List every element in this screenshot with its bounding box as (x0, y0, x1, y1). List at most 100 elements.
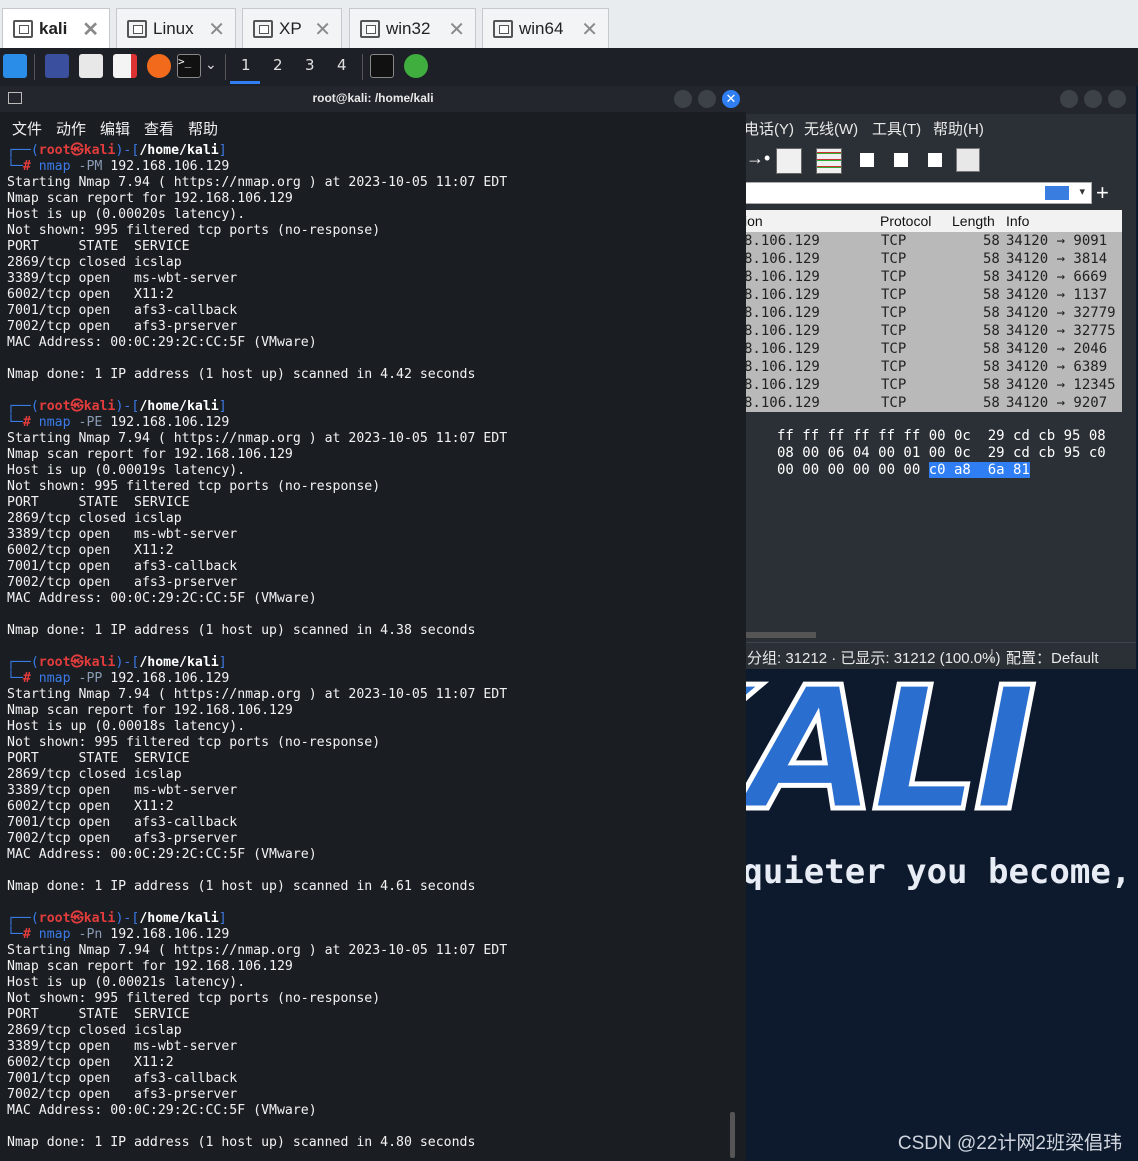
zoom-in-icon[interactable] (860, 153, 874, 167)
cell-destination: 8.106.129 (744, 233, 820, 249)
hex-bytes[interactable]: 00 00 00 00 00 00 c0 a8 6a 81 (777, 462, 1030, 478)
text-editor-icon[interactable] (113, 54, 137, 78)
prompt-frame: )-[ (115, 399, 140, 414)
colorize-icon[interactable] (776, 148, 802, 174)
cell-length: 58 (983, 287, 1000, 303)
output-line: 2869/tcp closed icslap (7, 255, 182, 270)
output-line: 6002/tcp open X11:2 (7, 1055, 174, 1070)
column-destination[interactable]: ion (744, 213, 763, 229)
normal-size-icon[interactable] (928, 153, 942, 167)
column-info[interactable]: Info (1006, 213, 1029, 229)
output-line: MAC Address: 00:0C:29:2C:CC:5F (VMware) (7, 335, 317, 350)
menu-edit[interactable]: 编辑 (100, 118, 130, 139)
add-filter-button[interactable]: + (1096, 180, 1109, 206)
file-manager-icon[interactable] (79, 54, 103, 78)
output-line: 7002/tcp open afs3-prserver (7, 319, 238, 334)
vm-tab-win64[interactable]: win64 ✕ (482, 8, 609, 48)
prompt-user: root (38, 911, 71, 926)
output-line: Nmap scan report for 192.168.106.129 (7, 703, 293, 718)
chevron-down-icon[interactable]: ▾ (1079, 185, 1085, 198)
kali-panel: >_ ⌄ 1 2 3 4 (0, 48, 1138, 86)
command-flag: -Pn (78, 927, 103, 942)
cell-length: 58 (983, 233, 1000, 249)
menu-tools[interactable]: 工具(T) (872, 118, 921, 139)
prompt-frame: )-[ (115, 143, 140, 158)
kali-menu-icon[interactable] (3, 54, 27, 78)
chevron-down-icon[interactable]: ⌄ (205, 56, 217, 73)
vertical-scrollbar[interactable] (730, 1112, 735, 1158)
vm-tab-kali[interactable]: kali ✕ (2, 8, 110, 48)
panel-separator (225, 54, 226, 80)
menu-telephony[interactable]: 电话(Y) (744, 118, 794, 139)
profile-label[interactable]: 配置：Default (1006, 647, 1099, 668)
prompt-frame: )-[ (115, 911, 140, 926)
desktop-icon[interactable] (45, 54, 69, 78)
vm-tab-xp[interactable]: XP ✕ (242, 8, 342, 48)
workspace-2[interactable]: 2 (273, 56, 283, 74)
minimize-icon[interactable] (1060, 90, 1078, 108)
column-protocol[interactable]: Protocol (880, 213, 931, 229)
cell-length: 58 (983, 251, 1000, 267)
cell-destination: 8.106.129 (744, 269, 820, 285)
resize-columns-icon[interactable] (956, 148, 980, 172)
workspace-4[interactable]: 4 (337, 56, 347, 74)
output-line: 2869/tcp closed icslap (7, 511, 182, 526)
cell-protocol: TCP (881, 251, 907, 267)
maximize-icon[interactable] (1084, 90, 1102, 108)
output-line: Starting Nmap 7.94 ( https://nmap.org ) … (7, 943, 508, 958)
output-line: Host is up (0.00021s latency). (7, 975, 246, 990)
close-icon[interactable]: ✕ (82, 17, 99, 42)
menu-help[interactable]: 帮助(H) (933, 118, 984, 139)
hex-bytes[interactable]: ff ff ff ff ff ff 00 0c 29 cd cb 95 08 (777, 428, 1106, 444)
prompt-path: /home/kali (139, 143, 219, 158)
vm-tab-label: Linux (153, 18, 194, 38)
wireshark-icon[interactable] (404, 54, 428, 78)
cell-protocol: TCP (881, 305, 907, 321)
cell-destination: 8.106.129 (744, 305, 820, 321)
output-line: 2869/tcp closed icslap (7, 1023, 182, 1038)
close-icon[interactable]: ✕ (581, 17, 598, 42)
hex-bytes-selected[interactable]: c0 a8 6a 81 (928, 462, 1030, 478)
close-icon[interactable]: ✕ (208, 17, 225, 42)
output-line: Starting Nmap 7.94 ( https://nmap.org ) … (7, 687, 508, 702)
menu-action[interactable]: 动作 (56, 118, 86, 139)
close-icon[interactable]: ✕ (448, 17, 465, 42)
close-icon[interactable]: ✕ (314, 17, 331, 42)
zoom-out-icon[interactable] (894, 153, 908, 167)
close-icon[interactable]: ✕ (722, 90, 740, 108)
hex-bytes[interactable]: 08 00 06 04 00 01 00 0c 29 cd cb 95 c0 (777, 445, 1106, 461)
prompt-frame: ] (218, 911, 227, 926)
autoscroll-icon[interactable]: →• (746, 148, 770, 170)
prompt-frame: ┌──( (7, 655, 39, 670)
close-icon[interactable] (1108, 90, 1126, 108)
output-line: Starting Nmap 7.94 ( https://nmap.org ) … (7, 431, 508, 446)
prompt-frame: └─ (7, 927, 23, 942)
menu-wireless[interactable]: 无线(W) (804, 118, 858, 139)
firefox-icon[interactable] (147, 54, 171, 78)
prompt-line: ┌──(root㉿kali)-[/home/kali] (7, 143, 737, 159)
apply-filter-icon[interactable] (1045, 186, 1069, 200)
menu-help[interactable]: 帮助 (188, 118, 218, 139)
workspace-3[interactable]: 3 (305, 56, 315, 74)
coloring-rules-icon[interactable] (816, 148, 842, 174)
minimize-icon[interactable] (674, 90, 692, 108)
output-line: 7001/tcp open afs3-callback (7, 815, 238, 830)
horizontal-scrollbar[interactable] (746, 632, 816, 638)
prompt-user: root (38, 143, 71, 158)
cell-info: 34120 → 1137 (1006, 287, 1108, 303)
menu-file[interactable]: 文件 (12, 118, 42, 139)
workspace-1[interactable]: 1 (241, 56, 251, 74)
output-line: 7001/tcp open afs3-callback (7, 559, 238, 574)
vm-tab-win32[interactable]: win32 ✕ (349, 8, 476, 48)
terminal-icon[interactable]: >_ (177, 54, 201, 78)
vm-tab-linux[interactable]: Linux ✕ (116, 8, 236, 48)
maximize-icon[interactable] (698, 90, 716, 108)
terminal-window-icon[interactable] (370, 54, 394, 78)
terminal-output[interactable]: ┌──(root㉿kali)-[/home/kali] └─# nmap -PM … (7, 143, 737, 1151)
menu-view[interactable]: 查看 (144, 118, 174, 139)
column-length[interactable]: Length (952, 213, 995, 229)
